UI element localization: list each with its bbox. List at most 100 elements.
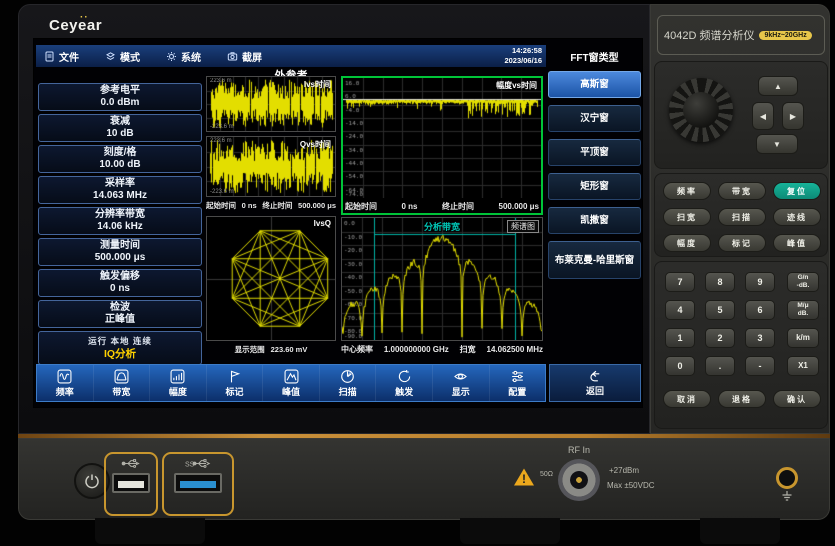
i-vs-time-chart: Ivs时间 223.6 m -223.6 m xyxy=(206,76,336,132)
key-cancel[interactable]: 取消 xyxy=(663,390,711,408)
toolbar-peak[interactable]: 峰值 xyxy=(263,365,320,401)
key-minus[interactable]: - xyxy=(745,356,775,376)
key-span[interactable]: 扫宽 xyxy=(663,208,711,226)
back-icon xyxy=(588,369,603,384)
usb-icon xyxy=(121,458,141,469)
clock-time: 14:26:58 xyxy=(504,46,542,56)
key-marker[interactable]: 标记 xyxy=(718,234,766,252)
key-5[interactable]: 5 xyxy=(705,300,735,320)
amplitude-vs-time-title: 幅度vs时间 xyxy=(496,80,537,91)
key-3[interactable]: 3 xyxy=(745,328,775,348)
front-panel: SS ! 50Ω RF In +27dBm Max ±50VDC xyxy=(18,438,830,520)
toolbar-sweep[interactable]: 扫描 xyxy=(320,365,377,401)
key-x1[interactable]: X1 xyxy=(787,356,819,376)
i-scale-top: 223.6 m xyxy=(210,78,232,84)
key-amplitude[interactable]: 幅度 xyxy=(663,234,711,252)
spectrum-analyzer-device: Ceyear·· 文件 模式 系统 截屏 14:26:58 20 xyxy=(0,0,835,546)
bandwidth-icon xyxy=(114,369,129,384)
q-vs-time-chart: Qvs时间 223.6 m -223.6 m xyxy=(206,136,336,197)
amplitude-vs-time-panel: 幅度vs时间 起始时间 0 ns 终止时间 500.000 μs xyxy=(341,76,543,215)
lcd-screen: 文件 模式 系统 截屏 14:26:58 2023/06/16 FFT窗类型 外… xyxy=(33,38,643,408)
menu-system[interactable]: 系统 xyxy=(166,49,201,64)
key-2[interactable]: 2 xyxy=(705,328,735,348)
frequency-axis-row: 中心频率 1.000000000 GHz 扫宽 14.062500 MHz xyxy=(341,343,543,355)
fft-rectangular-button[interactable]: 矩形窗 xyxy=(548,173,641,200)
key-unit-m[interactable]: M/μ dB. xyxy=(787,300,819,320)
fft-kaiser-button[interactable]: 凯撒窗 xyxy=(548,207,641,234)
usb3-ss-icon: SS xyxy=(185,458,211,469)
param-trigger-offset[interactable]: 触发偏移0 ns xyxy=(38,269,202,297)
key-6[interactable]: 6 xyxy=(745,300,775,320)
toolbar-bandwidth[interactable]: 带宽 xyxy=(94,365,151,401)
param-ref-level[interactable]: 参考电平0.0 dBm xyxy=(38,83,202,111)
param-detector[interactable]: 检波正峰值 xyxy=(38,300,202,328)
keypad-section: 7 8 9 G/n -dB. 4 5 6 M/μ dB. 1 2 3 k/m 0… xyxy=(654,261,828,429)
toolbar-trigger[interactable]: 触发 xyxy=(376,365,433,401)
key-peak[interactable]: 峰值 xyxy=(773,234,821,252)
menu-file-label: 文件 xyxy=(59,49,79,64)
arrow-left-key[interactable]: ◀ xyxy=(752,102,774,130)
usb3-tongue xyxy=(180,481,216,488)
key-sweep[interactable]: 扫描 xyxy=(718,208,766,226)
back-button[interactable]: 返回 xyxy=(549,364,641,402)
menu-mode-label: 模式 xyxy=(120,49,140,64)
toolbar-display[interactable]: 显示 xyxy=(433,365,490,401)
menu-bar: 文件 模式 系统 截屏 14:26:58 2023/06/16 xyxy=(36,45,546,67)
menu-file[interactable]: 文件 xyxy=(44,49,79,64)
clock-date: 2023/06/16 xyxy=(504,56,542,66)
model-name: 4042D 频谱分析仪 xyxy=(664,27,754,43)
key-0[interactable]: 0 xyxy=(665,356,695,376)
fft-gaussian-button[interactable]: 高斯窗 xyxy=(548,71,641,98)
menu-screenshot[interactable]: 截屏 xyxy=(227,49,262,64)
brand-logo: Ceyear·· xyxy=(49,17,102,34)
arrow-down-key[interactable]: ▼ xyxy=(756,134,798,154)
key-4[interactable]: 4 xyxy=(665,300,695,320)
key-unit-g[interactable]: G/n -dB. xyxy=(787,272,819,292)
knob-cap xyxy=(683,92,719,128)
toolbar-marker[interactable]: 标记 xyxy=(207,365,264,401)
param-scale-div[interactable]: 刻度/格10.00 dB xyxy=(38,145,202,173)
key-bandwidth[interactable]: 带宽 xyxy=(718,182,766,200)
toolbar-config[interactable]: 配置 xyxy=(490,365,546,401)
key-8[interactable]: 8 xyxy=(705,272,735,292)
key-frequency[interactable]: 频率 xyxy=(663,182,711,200)
param-attenuation[interactable]: 衰减10 dB xyxy=(38,114,202,142)
menu-screenshot-label: 截屏 xyxy=(242,49,262,64)
model-plate: 4042D 频谱分析仪 9kHz~20GHz xyxy=(657,15,825,55)
fft-hanning-button[interactable]: 汉宁窗 xyxy=(548,105,641,132)
usb3-port-group: SS xyxy=(162,452,234,516)
ground-icon xyxy=(780,491,794,503)
rf-in-label: RF In xyxy=(568,445,590,455)
param-rbw[interactable]: 分辨率带宽14.06 kHz xyxy=(38,207,202,235)
mode-icon xyxy=(105,51,116,62)
arrow-right-key[interactable]: ▶ xyxy=(782,102,804,130)
key-preset[interactable]: 复位 xyxy=(773,182,821,200)
toolbar-frequency[interactable]: 频率 xyxy=(37,365,94,401)
key-7[interactable]: 7 xyxy=(665,272,695,292)
amplitude-icon xyxy=(170,369,185,384)
key-trace[interactable]: 迹线 xyxy=(773,208,821,226)
analysis-mode: IQ分析 xyxy=(104,348,136,361)
fft-flattop-button[interactable]: 平顶窗 xyxy=(548,139,641,166)
file-icon xyxy=(44,51,55,62)
param-meas-time[interactable]: 测量时间500.000 μs xyxy=(38,238,202,266)
arrow-up-key[interactable]: ▲ xyxy=(758,76,798,96)
param-sample-rate[interactable]: 采样率14.063 MHz xyxy=(38,176,202,204)
nav-section: ▲ ◀ ▶ ▼ xyxy=(654,61,828,169)
bottom-toolbar: 频率 带宽 幅度 标记 峰值 扫描 xyxy=(36,364,546,402)
key-confirm[interactable]: 确认 xyxy=(773,390,821,408)
toolbar-amplitude[interactable]: 幅度 xyxy=(150,365,207,401)
key-9[interactable]: 9 xyxy=(745,272,775,292)
ground-terminal xyxy=(776,467,798,489)
spectrum-trace xyxy=(342,218,542,340)
q-scale-bottom: -223.6 m xyxy=(210,189,234,195)
key-1[interactable]: 1 xyxy=(665,328,695,348)
fft-blackman-harris-button[interactable]: 布莱克曼-哈里斯窗 xyxy=(548,241,641,279)
display-range-row: 显示范围 223.60 mV xyxy=(206,343,336,355)
key-dot[interactable]: . xyxy=(705,356,735,376)
max-dc-label: Max ±50VDC xyxy=(607,481,655,490)
key-unit-k[interactable]: k/m xyxy=(787,328,819,348)
rotary-knob[interactable] xyxy=(669,78,733,142)
key-backspace[interactable]: 退格 xyxy=(718,390,766,408)
menu-mode[interactable]: 模式 xyxy=(105,49,140,64)
